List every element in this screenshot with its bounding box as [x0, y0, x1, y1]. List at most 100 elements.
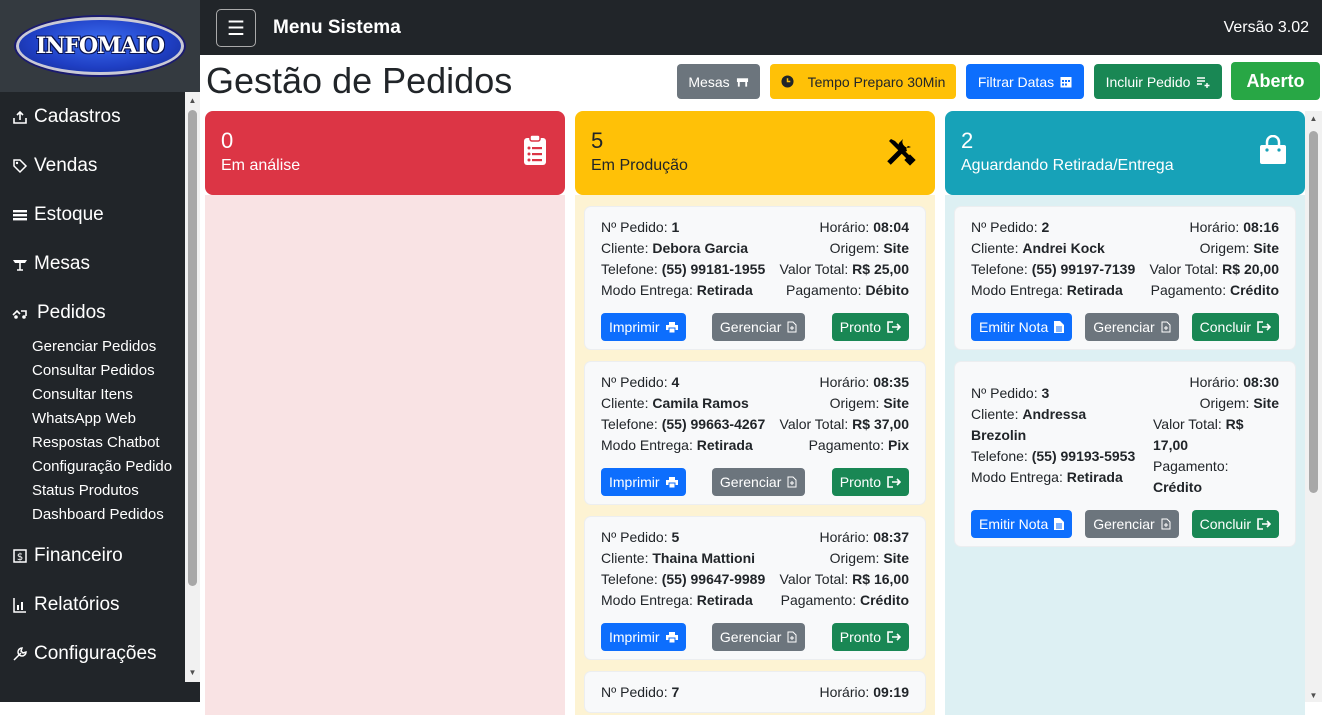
payment-label: Pagamento:	[1153, 458, 1229, 474]
gerenciar-label: Gerenciar	[719, 319, 782, 335]
scroll-up-arrow-icon[interactable]: ▲	[1305, 114, 1322, 123]
payment-value: Crédito	[1153, 479, 1202, 495]
scroll-up-arrow-icon[interactable]: ▲	[185, 94, 200, 108]
emitir-nota-button[interactable]: Emitir Nota	[971, 510, 1073, 538]
gerenciar-button[interactable]: Gerenciar	[1085, 510, 1179, 538]
gerenciar-label: Gerenciar	[719, 629, 782, 645]
sidebar-item-relatorios[interactable]: Relatórios	[0, 580, 185, 629]
scroll-down-arrow-icon[interactable]: ▼	[1305, 691, 1322, 700]
order-card[interactable]: Nº Pedido: 7 Horário: 09:19	[585, 672, 925, 712]
total-value-cont: 17,00	[1153, 437, 1189, 453]
pronto-button[interactable]: Pronto	[831, 313, 909, 341]
phone-label: Telefone:	[601, 416, 658, 432]
order-number-label: Nº Pedido:	[601, 529, 668, 545]
sidebar-item-estoque[interactable]: Estoque	[0, 190, 185, 239]
concluir-button[interactable]: Concluir	[1191, 510, 1279, 538]
file-plus-icon	[1161, 518, 1171, 530]
gerenciar-button[interactable]: Gerenciar	[711, 313, 806, 341]
file-plus-icon	[1161, 321, 1171, 333]
order-number: 1	[671, 219, 680, 235]
delivery-mode-value: Retirada	[1066, 282, 1123, 298]
incluir-pedido-button[interactable]: Incluir Pedido	[1094, 64, 1222, 99]
imprimir-button[interactable]: Imprimir	[601, 623, 686, 651]
scrollbar-thumb[interactable]	[188, 110, 197, 586]
order-time: 08:04	[873, 219, 909, 235]
status-aberto-label: Aberto	[1246, 70, 1305, 91]
money-icon: $	[10, 546, 30, 566]
concluir-button[interactable]: Concluir	[1191, 313, 1279, 341]
column-aguardando-retirada: 2 Aguardando Retirada/Entrega Nº Pedido:…	[945, 111, 1305, 715]
pronto-button[interactable]: Pronto	[831, 623, 909, 651]
sidebar-item-label: Vendas	[34, 154, 98, 176]
payment-value: Débito	[865, 282, 909, 298]
gerenciar-button[interactable]: Gerenciar	[711, 623, 806, 651]
imprimir-button[interactable]: Imprimir	[601, 313, 686, 341]
sidebar-scrollbar[interactable]: ▲ ▼	[185, 92, 200, 682]
tempo-preparo-label: Tempo Preparo 30Min	[807, 73, 946, 90]
topbar-title: Menu Sistema	[273, 17, 401, 38]
arrow-right-from-box-icon	[1257, 518, 1271, 530]
mesas-button[interactable]: Mesas	[677, 64, 760, 99]
submenu-dashboard-pedidos[interactable]: Dashboard Pedidos	[32, 503, 185, 527]
status-aberto-button[interactable]: Aberto	[1231, 62, 1320, 100]
customer-label: Cliente:	[601, 550, 649, 566]
submenu-consultar-pedidos[interactable]: Consultar Pedidos	[32, 359, 185, 383]
sidebar-item-pedidos[interactable]: Pedidos	[0, 288, 185, 337]
gerenciar-label: Gerenciar	[719, 474, 782, 490]
order-card[interactable]: Nº Pedido: 2 Horário: 08:16 Cliente: Andr…	[955, 207, 1295, 349]
payment-label: Pagamento:	[780, 592, 857, 608]
order-time: 08:16	[1243, 219, 1279, 235]
order-card[interactable]: Nº Pedido: 3 Cliente: Andressa Brezolin T…	[955, 362, 1295, 546]
column-body-em-producao: Nº Pedido: 1 Horário: 08:04 Cliente: Debo…	[575, 195, 935, 715]
column-header-em-producao: 5 Em Produção	[575, 111, 935, 195]
submenu-configuracao-pedido[interactable]: Configuração Pedido	[32, 455, 185, 479]
filtrar-datas-button[interactable]: Filtrar Datas	[966, 64, 1084, 99]
submenu-gerenciar-pedidos[interactable]: Gerenciar Pedidos	[32, 335, 185, 359]
arrow-right-from-box-icon	[887, 476, 901, 488]
scroll-down-arrow-icon[interactable]: ▼	[185, 666, 200, 680]
total-label: Valor Total:	[1153, 416, 1222, 432]
submenu-whatsapp-web[interactable]: WhatsApp Web	[32, 407, 185, 431]
submenu-status-produtos[interactable]: Status Produtos	[32, 479, 185, 503]
phone-label: Telefone:	[601, 571, 658, 587]
gerenciar-button[interactable]: Gerenciar	[711, 468, 806, 496]
sidebar-item-vendas[interactable]: Vendas	[0, 141, 185, 190]
submenu-respostas-chatbot[interactable]: Respostas Chatbot	[32, 431, 185, 455]
submenu-consultar-itens[interactable]: Consultar Itens	[32, 383, 185, 407]
imprimir-button[interactable]: Imprimir	[601, 468, 686, 496]
menu-toggle-button[interactable]: ☰	[216, 9, 256, 47]
sidebar-item-configuracoes[interactable]: Configurações	[0, 629, 185, 678]
payment-value: Pix	[887, 437, 909, 453]
scrollbar-thumb[interactable]	[1309, 131, 1318, 493]
tempo-preparo-button[interactable]: Tempo Preparo 30Min	[770, 64, 956, 99]
order-card[interactable]: Nº Pedido: 5 Horário: 08:37 Cliente: Thai…	[585, 517, 925, 659]
arrow-right-from-box-icon	[887, 631, 901, 643]
total-label: Valor Total:	[1149, 261, 1219, 277]
delivery-mode-label: Modo Entrega:	[601, 282, 693, 298]
emitir-nota-label: Emitir Nota	[979, 516, 1049, 532]
tools-icon	[887, 139, 916, 166]
order-card[interactable]: Nº Pedido: 1 Horário: 08:04 Cliente: Debo…	[585, 207, 925, 349]
shopping-bag-icon	[1260, 135, 1286, 164]
sidebar-item-financeiro[interactable]: $ Financeiro	[0, 531, 185, 580]
order-number-label: Nº Pedido:	[601, 219, 668, 235]
imprimir-label: Imprimir	[609, 629, 660, 645]
origin-value: Site	[883, 550, 909, 566]
total-value: R$ 16,00	[852, 571, 909, 587]
arrow-right-from-box-icon	[887, 321, 901, 333]
logo[interactable]: INFOMAIO	[16, 17, 184, 75]
main-scrollbar[interactable]: ▲ ▼	[1305, 111, 1322, 702]
file-text-icon	[1054, 518, 1065, 530]
phone-value: (55) 99193-5953	[1031, 448, 1136, 464]
sidebar: INFOMAIO Cadastros Vendas Estoque Mesas …	[0, 0, 200, 702]
pronto-label: Pronto	[839, 474, 881, 490]
gerenciar-button[interactable]: Gerenciar	[1085, 313, 1179, 341]
sidebar-nav: Cadastros Vendas Estoque Mesas Pedidos G…	[0, 92, 185, 678]
emitir-nota-button[interactable]: Emitir Nota	[971, 313, 1073, 341]
total-label: Valor Total:	[779, 571, 849, 587]
sidebar-item-mesas[interactable]: Mesas	[0, 239, 185, 288]
pronto-button[interactable]: Pronto	[831, 468, 909, 496]
printer-icon	[665, 321, 678, 333]
sidebar-item-cadastros[interactable]: Cadastros	[0, 92, 185, 141]
order-card[interactable]: Nº Pedido: 4 Horário: 08:35 Cliente: Cami…	[585, 362, 925, 504]
